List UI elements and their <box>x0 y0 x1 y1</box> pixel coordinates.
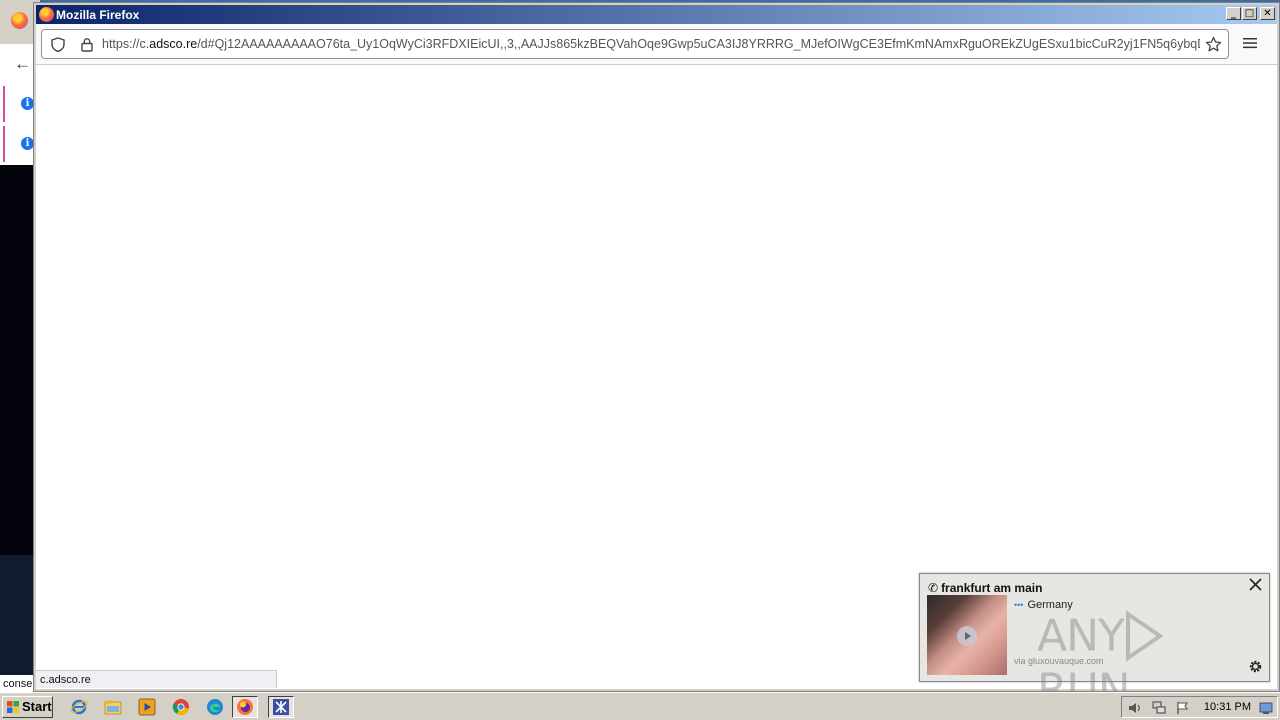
network-app-taskbar-button[interactable] <box>268 696 294 718</box>
watermark-play-logo-icon <box>1125 610 1164 662</box>
chat-dots-icon: ••• <box>1014 600 1024 610</box>
internet-explorer-icon[interactable] <box>70 698 88 716</box>
window-title: Mozilla Firefox <box>56 8 140 22</box>
volume-icon[interactable] <box>1128 701 1142 715</box>
media-player-icon[interactable] <box>138 698 156 716</box>
background-dark-area <box>0 165 34 555</box>
phone-icon: ✆ <box>928 581 939 595</box>
status-panel: c.adsco.re <box>36 670 277 688</box>
system-tray: 10:31 PM <box>1121 696 1278 718</box>
bookmark-star-icon[interactable] <box>1205 36 1222 53</box>
hamburger-menu-icon[interactable] <box>1243 36 1257 50</box>
tracking-protection-shield-icon[interactable] <box>51 37 65 52</box>
minimize-button[interactable]: _ <box>1226 7 1241 20</box>
firefox-taskbar-button[interactable] <box>232 696 258 718</box>
firefox-icon <box>11 12 28 29</box>
firefox-icon <box>237 699 253 715</box>
network-icon[interactable] <box>1152 701 1166 715</box>
maximize-button[interactable]: □ <box>1242 7 1257 20</box>
background-desktop-area <box>0 555 34 675</box>
taskbar-clock[interactable]: 10:31 PM <box>1204 701 1251 713</box>
taskbar: Start 10:31 PM <box>0 692 1280 720</box>
background-status-text: conse <box>0 675 34 693</box>
start-button[interactable]: Start <box>2 696 53 718</box>
back-arrow-icon[interactable]: ← <box>14 54 31 74</box>
watermark-left-text: ANY <box>1037 610 1125 662</box>
chrome-icon[interactable] <box>172 698 190 716</box>
video-thumbnail[interactable] <box>927 595 1007 675</box>
file-explorer-icon[interactable] <box>104 698 122 716</box>
gear-icon[interactable] <box>1248 659 1263 674</box>
firefox-icon <box>39 7 54 22</box>
edge-icon[interactable] <box>206 698 224 716</box>
popup-close-icon[interactable] <box>1248 577 1263 592</box>
lock-icon[interactable] <box>80 37 94 52</box>
window-titlebar[interactable]: Mozilla Firefox _ □ ✕ <box>36 5 1277 24</box>
url-path: /d#Qj12AAAAAAAAAO76ta_Uy1OqWyCi3RFDXIEic… <box>197 37 1200 51</box>
popup-header: ✆ frankfurt am main <box>928 581 1042 595</box>
url-bar[interactable]: https://c.adsco.re/d#Qj12AAAAAAAAAO76ta_… <box>41 29 1229 59</box>
show-desktop-icon[interactable] <box>1259 701 1273 715</box>
url-text[interactable]: https://c.adsco.re/d#Qj12AAAAAAAAAO76ta_… <box>102 37 1200 51</box>
play-icon[interactable] <box>957 626 977 646</box>
close-button[interactable]: ✕ <box>1260 7 1275 20</box>
action-center-flag-icon[interactable] <box>1176 701 1190 715</box>
url-domain: adsco.re <box>149 37 198 51</box>
popup-title: frankfurt am main <box>941 581 1043 595</box>
network-app-icon <box>273 699 289 715</box>
anyrun-watermark: ANYRUN <box>1037 608 1237 716</box>
windows-logo-icon <box>7 701 19 713</box>
url-prefix: https://c. <box>102 37 150 51</box>
start-label: Start <box>22 699 52 714</box>
navigation-toolbar: https://c.adsco.re/d#Qj12AAAAAAAAAO76ta_… <box>36 24 1277 64</box>
